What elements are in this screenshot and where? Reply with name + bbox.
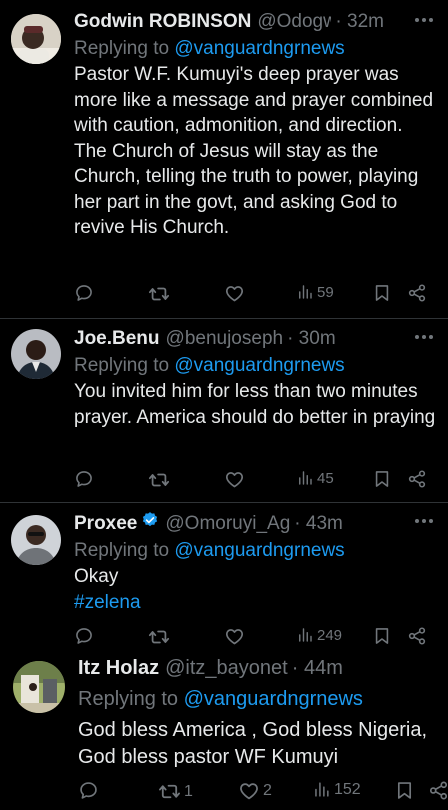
views-button[interactable]: 45 xyxy=(296,469,334,487)
timestamp[interactable]: · 30m xyxy=(287,327,336,351)
more-icon[interactable] xyxy=(415,335,435,341)
like-button[interactable] xyxy=(224,626,245,647)
hashtag-link[interactable]: #zelena xyxy=(74,590,440,616)
bookmark-button[interactable] xyxy=(372,626,392,646)
bookmark-icon xyxy=(372,626,392,646)
share-icon xyxy=(407,469,427,489)
replying-to: Replying to @vanguardngrnews xyxy=(74,353,440,379)
timestamp[interactable]: · 44m xyxy=(292,656,343,680)
views-button[interactable]: 152 xyxy=(312,780,361,799)
retweet-button[interactable]: 1 xyxy=(158,780,193,803)
author-name[interactable]: Joe.Benu xyxy=(74,327,160,351)
replying-to-label: Replying to xyxy=(78,688,184,710)
retweet-icon xyxy=(148,469,170,491)
like-icon xyxy=(224,626,245,647)
author-name[interactable]: Proxee xyxy=(74,512,137,536)
like-count: 2 xyxy=(263,782,272,799)
timestamp[interactable]: · 32m xyxy=(335,10,384,34)
avatar[interactable] xyxy=(11,329,61,379)
author-name[interactable]: Itz Holaz xyxy=(78,656,159,680)
tweet-text: Okay xyxy=(74,566,119,587)
replying-to-label: Replying to xyxy=(74,540,175,561)
share-button[interactable] xyxy=(407,469,427,489)
tweet-card[interactable]: Joe.Benu @benujoseph · 30m Replying to @… xyxy=(0,319,448,502)
reply-button[interactable] xyxy=(74,469,94,489)
mention-link[interactable]: @vanguardngrnews xyxy=(174,355,344,376)
verified-badge-icon xyxy=(143,512,158,527)
avatar[interactable] xyxy=(11,14,61,64)
author-handle[interactable]: @benujoseph xyxy=(166,327,284,351)
bookmark-icon xyxy=(372,283,392,303)
views-count: 45 xyxy=(317,469,334,487)
reply-icon xyxy=(78,780,99,801)
action-bar: 59 xyxy=(74,283,448,305)
author-handle[interactable]: @Odogw... xyxy=(257,10,331,34)
retweet-count: 1 xyxy=(184,782,193,800)
author-handle[interactable]: @itz_bayonet xyxy=(165,656,288,680)
reply-button[interactable] xyxy=(74,626,94,646)
retweet-icon xyxy=(148,626,170,648)
views-icon xyxy=(312,780,331,799)
share-icon xyxy=(407,283,427,303)
action-bar: 1 2 152 xyxy=(78,780,448,802)
bookmark-button[interactable] xyxy=(372,469,392,489)
retweet-button[interactable] xyxy=(148,283,170,305)
share-icon xyxy=(428,780,448,801)
author-handle[interactable]: @Omoruyi_Ag xyxy=(165,512,290,536)
reply-button[interactable] xyxy=(78,780,99,801)
reply-icon xyxy=(74,283,94,303)
mention-link[interactable]: @vanguardngrnews xyxy=(184,688,363,710)
mention-link[interactable]: @vanguardngrnews xyxy=(174,38,344,59)
tweet-text: God bless America , God bless Nigeria, G… xyxy=(78,719,433,768)
replying-to: Replying to @vanguardngrnews xyxy=(78,686,440,712)
views-count: 152 xyxy=(334,780,361,798)
more-icon[interactable] xyxy=(415,18,435,24)
like-button[interactable]: 2 xyxy=(238,780,272,802)
timestamp[interactable]: · 43m xyxy=(294,512,343,536)
like-icon xyxy=(238,780,260,802)
bookmark-button[interactable] xyxy=(394,780,415,801)
replying-to-label: Replying to xyxy=(74,355,175,376)
share-icon xyxy=(407,626,427,646)
avatar[interactable] xyxy=(11,515,61,565)
replying-to: Replying to @vanguardngrnews xyxy=(74,538,440,564)
replying-to: Replying to @vanguardngrnews xyxy=(74,36,440,62)
more-icon[interactable] xyxy=(415,519,435,525)
like-icon xyxy=(224,469,245,490)
views-icon xyxy=(296,626,314,644)
share-button[interactable] xyxy=(407,283,427,303)
tweet-text: Pastor W.F. Kumuyi's deep prayer was mor… xyxy=(74,64,434,238)
tweet-card[interactable]: Proxee @Omoruyi_Ag · 43m Replying to @va… xyxy=(0,503,448,653)
tweet-card[interactable]: Godwin ROBINSON @Odogw... · 32m Replying… xyxy=(0,0,448,318)
bookmark-icon xyxy=(394,780,415,801)
action-bar: 45 xyxy=(74,469,448,491)
tweet-text: You invited him for less than two minute… xyxy=(74,381,436,428)
retweet-icon xyxy=(158,780,181,803)
retweet-icon xyxy=(148,283,170,305)
bookmark-button[interactable] xyxy=(372,283,392,303)
views-icon xyxy=(296,283,314,301)
replying-to-label: Replying to xyxy=(74,38,175,59)
tweet-card[interactable]: Itz Holaz @itz_bayonet · 44m Replying to… xyxy=(0,653,448,810)
like-button[interactable] xyxy=(224,469,245,490)
reply-icon xyxy=(74,626,94,646)
retweet-button[interactable] xyxy=(148,469,170,491)
reply-button[interactable] xyxy=(74,283,94,303)
mention-link[interactable]: @vanguardngrnews xyxy=(174,540,344,561)
like-icon xyxy=(224,283,245,304)
share-button[interactable] xyxy=(407,626,427,646)
views-button[interactable]: 59 xyxy=(296,283,334,301)
views-count: 249 xyxy=(317,626,343,644)
views-count: 59 xyxy=(317,283,334,301)
like-button[interactable] xyxy=(224,283,245,304)
avatar[interactable] xyxy=(13,661,65,713)
views-icon xyxy=(296,469,314,487)
views-button[interactable]: 249 xyxy=(296,626,342,644)
bookmark-icon xyxy=(372,469,392,489)
retweet-button[interactable] xyxy=(148,626,170,648)
reply-icon xyxy=(74,469,94,489)
share-button[interactable] xyxy=(428,780,448,801)
action-bar: 249 xyxy=(74,626,448,648)
author-name[interactable]: Godwin ROBINSON xyxy=(74,10,251,34)
